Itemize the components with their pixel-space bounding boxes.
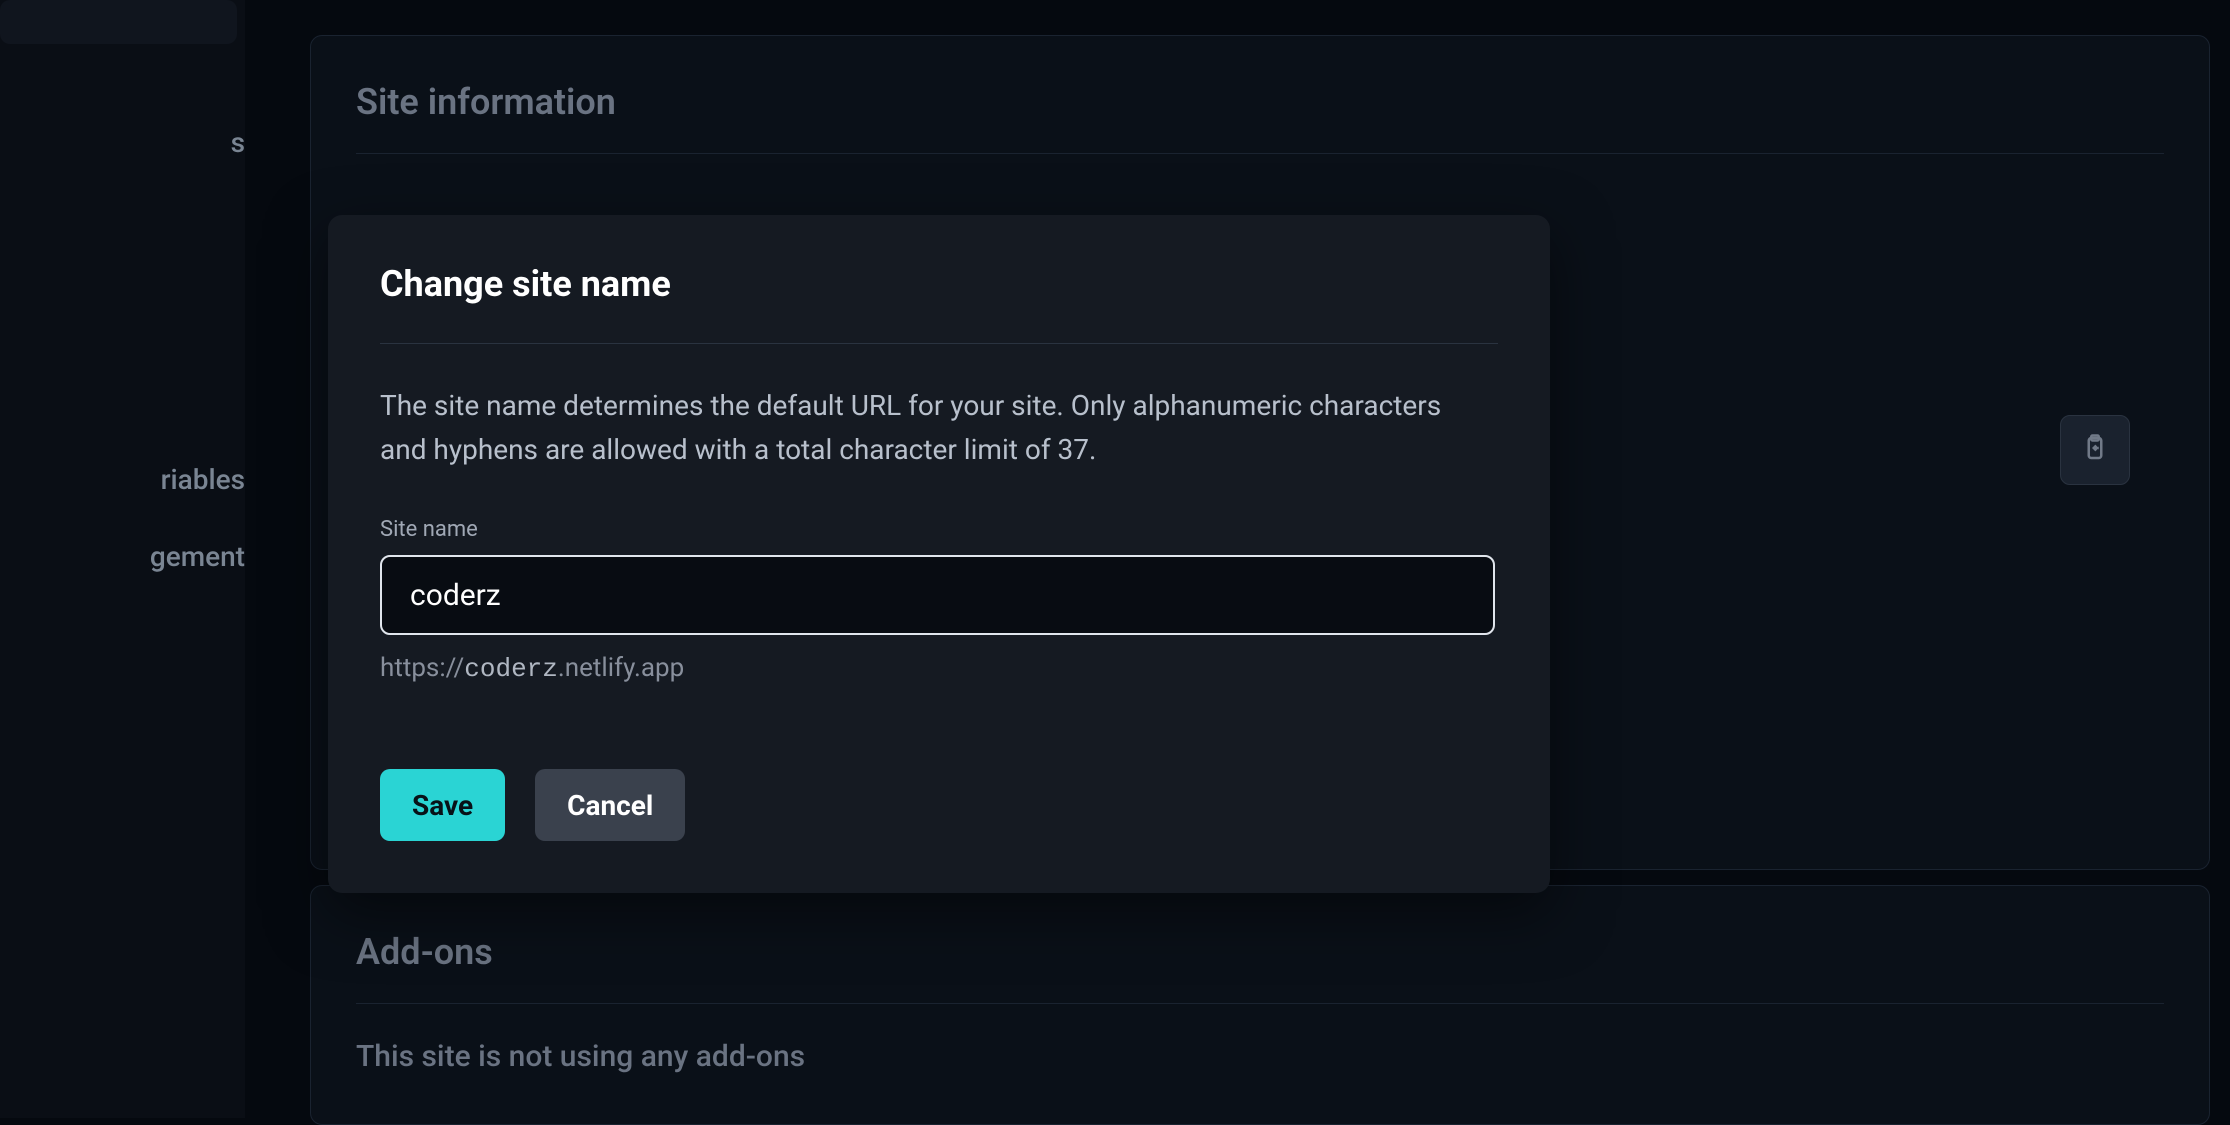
sidebar-item-label: s	[231, 126, 245, 159]
url-suffix: .netlify.app	[558, 653, 684, 683]
site-name-input[interactable]	[380, 555, 1495, 635]
sidebar-item[interactable]: gement	[0, 518, 245, 595]
section-heading-site-info: Site information	[356, 81, 2164, 123]
section-heading-addons: Add-ons	[356, 931, 2164, 973]
url-preview: https://coderz.netlify.app	[380, 653, 1498, 684]
divider	[356, 1003, 2164, 1004]
url-prefix: https://	[380, 653, 464, 683]
divider	[380, 343, 1498, 344]
sidebar-item[interactable]	[0, 0, 237, 44]
divider	[356, 153, 2164, 154]
addons-card: Add-ons This site is not using any add-o…	[310, 885, 2210, 1125]
modal-actions: Save Cancel	[380, 769, 1498, 841]
sidebar-item-label: gement	[150, 540, 245, 573]
url-slug: coderz	[464, 654, 558, 684]
cancel-button[interactable]: Cancel	[535, 769, 685, 841]
clipboard-import-icon	[2080, 433, 2110, 467]
sidebar-item[interactable]: s	[0, 104, 245, 181]
sidebar-item-label: riables	[161, 463, 245, 496]
addons-empty-text: This site is not using any add-ons	[356, 1039, 2164, 1074]
change-site-name-modal: Change site name The site name determine…	[328, 215, 1550, 893]
save-button[interactable]: Save	[380, 769, 505, 841]
modal-description: The site name determines the default URL…	[380, 384, 1480, 472]
copy-button[interactable]	[2060, 415, 2130, 485]
site-name-label: Site name	[380, 517, 1498, 542]
sidebar-item[interactable]: riables	[0, 441, 245, 518]
modal-title: Change site name	[380, 263, 1498, 305]
sidebar: s riables gement	[0, 0, 245, 1118]
